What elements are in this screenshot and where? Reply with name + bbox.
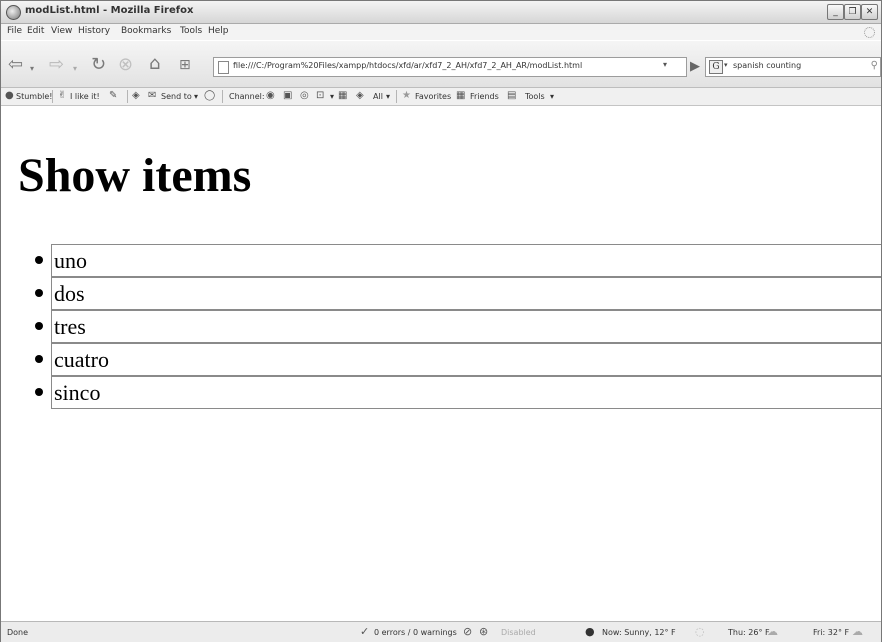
video-channel-icon[interactable]: ◉ [266, 90, 275, 101]
home-icon[interactable]: ⌂ [149, 55, 160, 73]
cloud-icon: ☁ [852, 625, 863, 638]
bullet-icon [35, 256, 43, 264]
adblock-icon[interactable]: ⊘ [463, 625, 472, 638]
firebug-icon[interactable]: ⊛ [479, 625, 488, 638]
reload-icon[interactable]: ↻ [91, 56, 106, 74]
send-to-button[interactable]: Send to [161, 92, 192, 101]
item-box: tres [51, 310, 881, 343]
menu-help[interactable]: Help [208, 26, 229, 36]
throbber-icon [864, 27, 875, 38]
forward-dropdown-icon[interactable]: ▾ [73, 60, 77, 78]
channel-label: Channel: [229, 92, 265, 101]
window-title: modList.html - Mozilla Firefox [25, 5, 194, 16]
item-box: dos [51, 277, 881, 310]
back-dropdown-icon[interactable]: ▾ [30, 60, 34, 78]
menu-history[interactable]: History [78, 26, 110, 36]
weather-icon: ◌ [695, 625, 705, 638]
toolbar-separator [222, 90, 223, 103]
web-channel-icon[interactable]: ⊡ [316, 90, 324, 101]
menu-file[interactable]: File [7, 26, 22, 36]
bullet-icon [35, 322, 43, 330]
title-bar: modList.html - Mozilla Firefox _ ❐ ✕ [1, 1, 881, 24]
status-text: Done [7, 628, 29, 637]
stumble-button[interactable]: Stumble! [16, 92, 53, 101]
item-text: sinco [54, 380, 101, 405]
friends-button[interactable]: Friends [470, 92, 499, 101]
menu-bar: File Edit View History Bookmarks Tools H… [1, 24, 881, 40]
thumbs-down-icon[interactable]: ✎ [109, 90, 117, 101]
page-icon [218, 61, 229, 74]
extension-toolbar: ● Stumble! ✌ I like it! ✎ ◈ ✉ Send to ▾ … [1, 88, 881, 106]
star-icon: ★ [402, 90, 411, 101]
search-bar[interactable]: G ▾ spanish counting ⚲ [705, 57, 881, 77]
minimize-button[interactable]: _ [827, 4, 844, 20]
item-text: tres [54, 314, 86, 339]
all-channels-button[interactable]: All [373, 92, 383, 101]
favorites-button[interactable]: Favorites [415, 92, 451, 101]
news-channel-icon[interactable]: ◎ [300, 90, 309, 101]
friends-icon: ▦ [456, 90, 466, 101]
page-title: Show items [18, 149, 252, 202]
people-channel-icon[interactable]: ▦ [338, 90, 347, 101]
magnifier-icon[interactable]: ⚲ [871, 60, 878, 71]
send-icon: ✉ [148, 90, 157, 101]
bullet-icon [35, 355, 43, 363]
search-engine-dropdown-icon[interactable]: ▾ [724, 61, 728, 69]
weather-now[interactable]: Now: Sunny, 12° F [602, 628, 676, 637]
item-box: sinco [51, 376, 881, 409]
item-text: uno [54, 248, 87, 273]
item-text: cuatro [54, 347, 109, 372]
item-text: dos [54, 281, 85, 306]
status-bar: Done ✓ 0 errors / 0 warnings ⊘ ⊛ Disable… [1, 621, 881, 642]
stumble-icon: ● [5, 90, 14, 101]
menu-tools[interactable]: Tools [180, 26, 202, 36]
comment-icon[interactable]: ◯ [204, 90, 215, 101]
menu-edit[interactable]: Edit [27, 26, 44, 36]
tools-dropdown-icon[interactable]: ▾ [550, 92, 554, 101]
channel-dropdown-icon[interactable]: ▾ [330, 92, 334, 101]
all-dropdown-icon[interactable]: ▾ [386, 92, 390, 101]
address-url[interactable]: file:///C:/Program%20Files/xampp/htdocs/… [233, 61, 582, 70]
forward-arrow-icon[interactable]: ⇨ [49, 56, 64, 74]
cloud-icon: ☁ [767, 625, 778, 638]
address-bar[interactable]: file:///C:/Program%20Files/xampp/htdocs/… [213, 57, 687, 77]
toolbar-separator [396, 90, 397, 103]
error-console-status[interactable]: 0 errors / 0 warnings [374, 628, 457, 637]
toolbar-separator [52, 90, 53, 103]
disabled-status[interactable]: Disabled [501, 628, 536, 637]
photo-channel-icon[interactable]: ▣ [283, 90, 292, 101]
item-box: uno [51, 244, 881, 277]
sidebar-icon[interactable]: ▤ [507, 90, 516, 101]
bullet-icon [35, 388, 43, 396]
stop-icon[interactable]: ⊗ [118, 56, 133, 74]
like-button[interactable]: I like it! [70, 92, 100, 101]
close-button[interactable]: ✕ [861, 4, 878, 20]
tag-icon[interactable]: ◈ [132, 90, 140, 101]
page-content: Show items uno dos tres cuatro sinco [1, 106, 881, 620]
maximize-button[interactable]: ❐ [844, 4, 861, 20]
item-box: cuatro [51, 343, 881, 376]
search-engine-icon[interactable]: G [709, 60, 723, 74]
checkmark-icon: ✓ [360, 625, 370, 638]
search-input[interactable]: spanish counting [733, 61, 801, 70]
weather-sun-icon: ● [585, 625, 595, 638]
weather-thu[interactable]: Thu: 26° F [728, 628, 770, 637]
back-arrow-icon[interactable]: ⇦ [8, 56, 23, 74]
tools-button[interactable]: Tools [525, 92, 545, 101]
menu-bookmarks[interactable]: Bookmarks [121, 26, 171, 36]
browser-window: modList.html - Mozilla Firefox _ ❐ ✕ Fil… [0, 0, 882, 642]
firefox-icon [6, 5, 21, 20]
thumbs-up-icon: ✌ [58, 90, 67, 101]
menu-view[interactable]: View [51, 26, 72, 36]
bullet-icon [35, 289, 43, 297]
send-to-dropdown-icon[interactable]: ▾ [194, 92, 198, 101]
chevron-down-icon[interactable]: ▾ [663, 60, 667, 69]
go-icon[interactable]: ▶ [690, 59, 700, 74]
tags-channel-icon[interactable]: ◈ [356, 90, 364, 101]
weather-fri[interactable]: Fri: 32° F [813, 628, 849, 637]
toolbar-separator [127, 90, 128, 103]
bookmark-page-icon[interactable]: ⊞ [179, 56, 191, 74]
